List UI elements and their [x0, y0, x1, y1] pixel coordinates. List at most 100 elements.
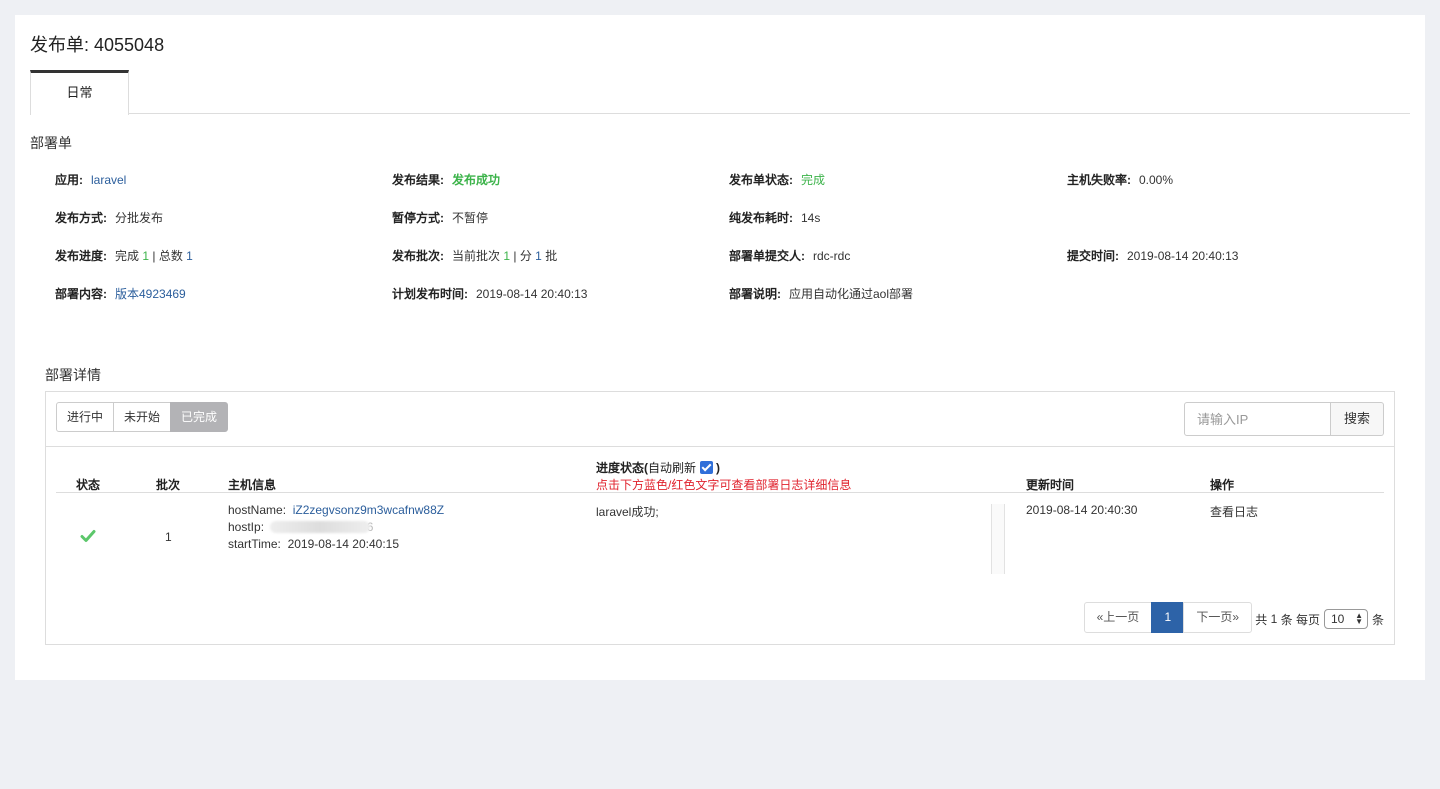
- page-size-select[interactable]: 10 ▲ ▼: [1323, 609, 1368, 629]
- tab-bar: 日常: [30, 70, 1410, 115]
- col-action: 操作: [1210, 478, 1235, 492]
- info-progress: 发布进度: 完成 1 | 总数 1: [55, 247, 193, 264]
- app-link[interactable]: laravel: [91, 173, 126, 187]
- result-value: 发布成功: [452, 173, 501, 187]
- info-plan-time-label: 计划发布时间:: [392, 287, 468, 301]
- start-time-label: startTime:: [228, 537, 281, 551]
- info-submit-time-label: 提交时间:: [1067, 249, 1119, 263]
- progress-done-text: 完成: [115, 249, 140, 263]
- batch-total: 1: [535, 249, 542, 263]
- row-updated: 2019-08-14 20:40:30: [1026, 503, 1138, 517]
- filter-not-started[interactable]: 未开始: [113, 402, 172, 432]
- info-submit-time: 提交时间: 2019-08-14 20:40:13: [1067, 247, 1238, 264]
- info-app: 应用: laravel: [55, 171, 126, 188]
- page-title: 发布单: 4055048: [30, 35, 165, 55]
- prev-page-button[interactable]: «上一页: [1083, 602, 1153, 633]
- submit-time-value: 2019-08-14 20:40:13: [1127, 249, 1239, 263]
- info-status-label: 发布单状态:: [729, 173, 793, 187]
- info-mode: 发布方式: 分批发布: [55, 209, 163, 226]
- host-name-link[interactable]: iZ2zegvsonz9m3wcafnw88Z: [293, 503, 444, 517]
- submitter-value: rdc-rdc: [813, 249, 851, 263]
- col-host: 主机信息: [228, 478, 277, 492]
- filter-completed[interactable]: 已完成: [170, 402, 229, 432]
- filter-in-progress[interactable]: 进行中: [56, 402, 115, 432]
- batch-current-text: 当前批次: [452, 249, 501, 263]
- auto-refresh-checkbox[interactable]: [700, 461, 714, 474]
- info-fail-rate-label: 主机失败率:: [1067, 173, 1131, 187]
- info-desc: 部署说明: 应用自动化通过aol部署: [729, 285, 913, 302]
- pagination: «上一页 1 下一页»: [1083, 602, 1252, 633]
- col-progress-label: 进度状态(: [596, 461, 648, 475]
- info-plan-time: 计划发布时间: 2019-08-14 20:40:13: [392, 285, 587, 302]
- pagination-summary: 共 1 条 每页 10 ▲ ▼ 条: [1255, 609, 1384, 629]
- info-submitter: 部署单提交人: rdc-rdc: [729, 247, 850, 264]
- total-count: 1: [1270, 612, 1278, 626]
- info-pause-label: 暂停方式:: [392, 211, 444, 225]
- detail-panel: 进行中 未开始 已完成 搜索 状态 批次 主机信息 进度状态(自动刷新) 点击下…: [45, 391, 1395, 645]
- duration-value: 14s: [801, 211, 821, 225]
- tab-daily[interactable]: 日常: [30, 70, 129, 115]
- batch-sep: | 分: [510, 249, 536, 263]
- info-result: 发布结果: 发布成功: [392, 171, 500, 188]
- page-1-button[interactable]: 1: [1151, 602, 1185, 633]
- host-ip-line: hostIp:46: [228, 520, 373, 534]
- ip-search-input[interactable]: [1184, 402, 1331, 436]
- fail-rate-value: 0.00%: [1139, 173, 1174, 187]
- row-batch: 1: [165, 530, 172, 544]
- info-duration-label: 纯发布耗时:: [729, 211, 793, 225]
- info-progress-label: 发布进度:: [55, 249, 107, 263]
- col-progress-close: ): [716, 461, 721, 475]
- search-button[interactable]: 搜索: [1331, 402, 1384, 436]
- col-progress: 进度状态(自动刷新): [596, 459, 720, 476]
- deploy-section-title: 部署单: [30, 135, 72, 151]
- col-status: 状态: [76, 478, 101, 492]
- info-status: 发布单状态: 完成: [729, 171, 825, 188]
- info-desc-label: 部署说明:: [729, 287, 781, 301]
- desc-value: 应用自动化通过aol部署: [789, 287, 914, 301]
- info-pause: 暂停方式: 不暂停: [392, 209, 488, 226]
- host-name-label: hostName:: [228, 503, 287, 517]
- info-submitter-label: 部署单提交人:: [729, 249, 805, 263]
- page-size-value: 10: [1330, 612, 1345, 626]
- total-prefix: 共: [1255, 612, 1268, 627]
- next-page-button[interactable]: 下一页»: [1183, 602, 1252, 633]
- start-time-value: 2019-08-14 20:40:15: [287, 537, 400, 551]
- total-suffix: 条 每页: [1280, 612, 1320, 627]
- col-batch: 批次: [156, 478, 181, 492]
- progress-total: 1: [186, 249, 193, 263]
- status-value: 完成: [801, 173, 826, 187]
- info-batch-label: 发布批次:: [392, 249, 444, 263]
- auto-refresh-label: 自动刷新: [648, 461, 697, 475]
- info-batch: 发布批次: 当前批次 1 | 分 1 批: [392, 247, 557, 264]
- status-filter-group: 进行中 未开始 已完成: [56, 402, 229, 432]
- ip-search: 搜索: [1184, 402, 1384, 436]
- view-log-link[interactable]: 查看日志: [1210, 503, 1258, 520]
- plan-time-value: 2019-08-14 20:40:13: [476, 287, 588, 301]
- detail-toolbar: 进行中 未开始 已完成 搜索: [46, 392, 1394, 447]
- main-card: 发布单: 4055048 日常 部署单 应用: laravel 发布结果: 发布成功…: [15, 15, 1425, 680]
- content-link[interactable]: 版本4923469: [115, 287, 186, 301]
- mode-value: 分批发布: [115, 211, 164, 225]
- start-time-line: startTime: 2019-08-14 20:40:15: [228, 537, 399, 551]
- info-result-label: 发布结果:: [392, 173, 444, 187]
- success-check-icon: [80, 530, 96, 542]
- pause-value: 不暂停: [452, 211, 489, 225]
- col-updated: 更新时间: [1026, 478, 1075, 492]
- progress-sep: | 总数: [149, 249, 187, 263]
- info-app-label: 应用:: [55, 173, 83, 187]
- info-duration: 纯发布耗时: 14s: [729, 209, 820, 226]
- select-arrows-icon: ▲ ▼: [1355, 611, 1363, 626]
- progress-log-link[interactable]: laravel成功;: [596, 503, 659, 520]
- batch-unit: 批: [541, 249, 558, 263]
- progress-scrollbar[interactable]: [991, 504, 1005, 574]
- info-fail-rate: 主机失败率: 0.00%: [1067, 171, 1173, 188]
- host-ip-redacted: [270, 521, 371, 533]
- table-header-divider: [56, 492, 1384, 493]
- info-content: 部署内容: 版本4923469: [55, 285, 186, 302]
- host-ip-label: hostIp:: [228, 520, 265, 534]
- page-size-suffix: 条: [1371, 612, 1384, 627]
- detail-section-title: 部署详情: [45, 367, 101, 383]
- host-name-line: hostName: iZ2zegvsonz9m3wcafnw88Z: [228, 503, 444, 517]
- info-content-label: 部署内容:: [55, 287, 107, 301]
- info-mode-label: 发布方式:: [55, 211, 107, 225]
